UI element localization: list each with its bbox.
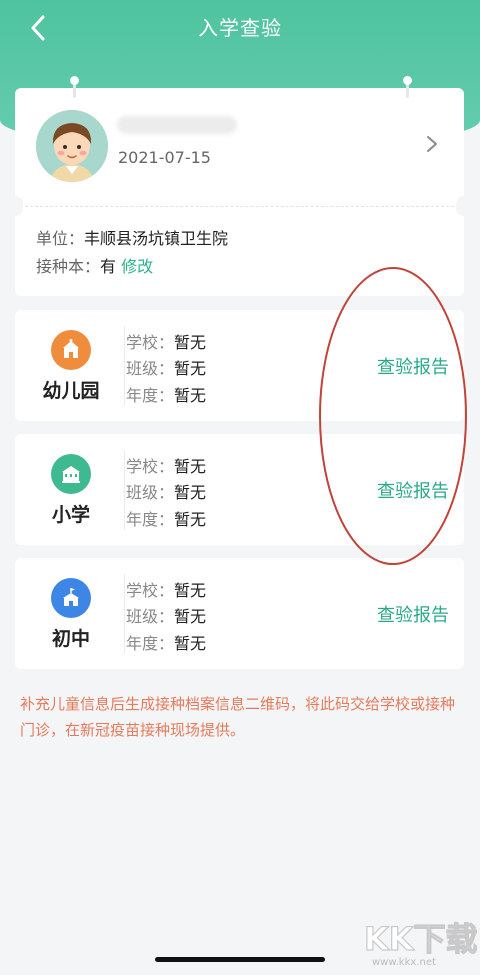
home-indicator (155, 957, 325, 962)
watermark-url: www.kkx.net (372, 957, 436, 968)
watermark-logo: KK下载 (363, 919, 477, 958)
svg-text:KK下载: KK下载 (364, 920, 477, 958)
annotation-ellipse (319, 267, 467, 565)
